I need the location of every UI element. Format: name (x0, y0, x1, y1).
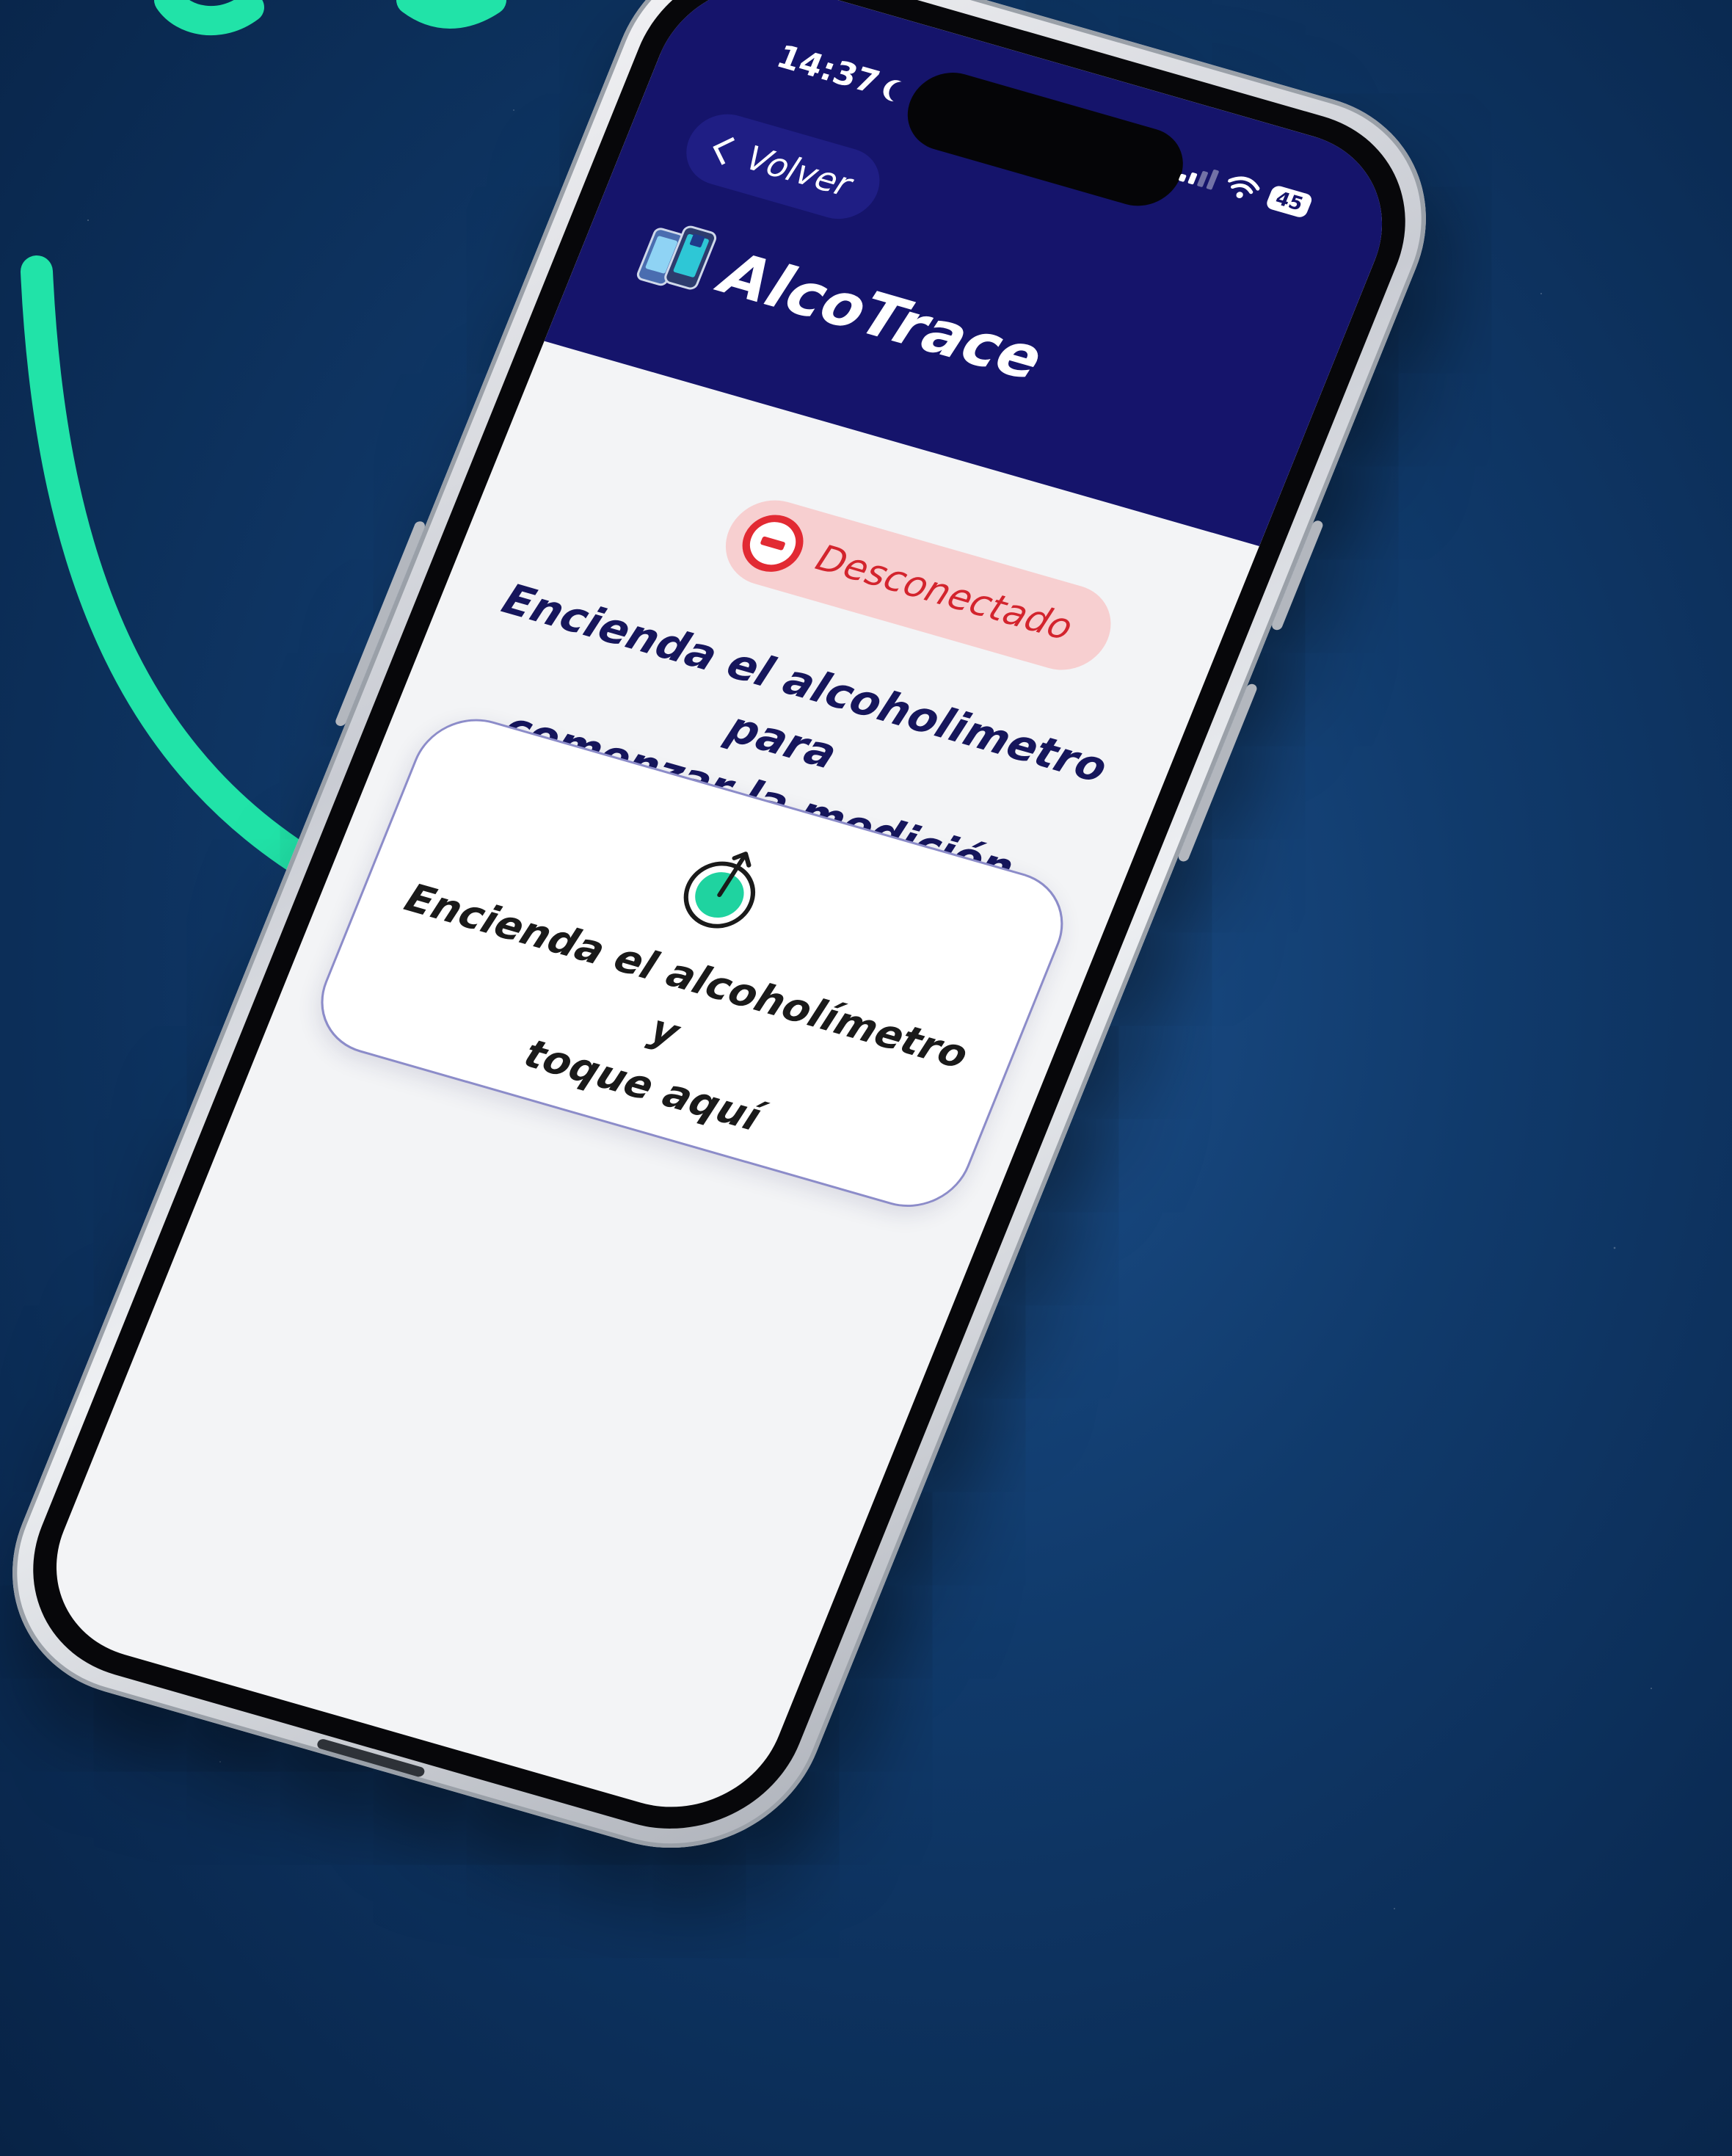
back-button[interactable]: Volver (675, 105, 891, 228)
power-icon (683, 852, 756, 929)
connection-status-label: Desconectado (810, 537, 1079, 649)
app-brand: AlcoTrace (631, 214, 1052, 396)
card-text: Encienda el alcoholímetro y toque aquí (340, 865, 989, 1196)
app-title: AlcoTrace (711, 239, 1052, 394)
phone-breathalyzer-icon (636, 225, 717, 290)
status-time: 14:37 (771, 38, 912, 109)
dynamic-island (895, 63, 1196, 216)
status-icons: 45 (1177, 159, 1314, 219)
signal-icon (1178, 161, 1220, 190)
battery-icon: 45 (1265, 184, 1314, 219)
wifi-icon (1227, 176, 1260, 198)
back-button-label: Volver (740, 138, 858, 205)
minus-circle-icon (733, 508, 812, 579)
chevron-left-icon (713, 137, 743, 165)
